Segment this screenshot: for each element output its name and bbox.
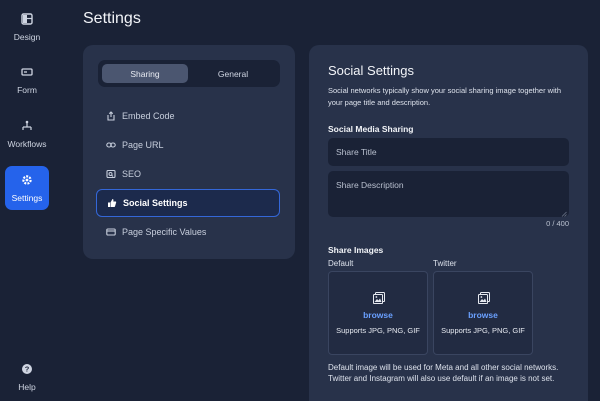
browse-link[interactable]: browse — [329, 310, 427, 320]
gear-icon — [21, 174, 33, 186]
twitter-image-dropzone[interactable]: browse Supports JPG, PNG, GIF — [433, 271, 533, 355]
workflow-icon — [21, 120, 33, 132]
rail-item-label: Settings — [11, 192, 43, 203]
nav-item-label: Embed Code — [122, 111, 175, 121]
image-icon — [478, 291, 490, 304]
browse-link[interactable]: browse — [434, 310, 532, 320]
share-title-placeholder: Share Title — [336, 147, 377, 157]
rail-item-label: Workflows — [7, 138, 47, 149]
nav-item-page-url[interactable]: Page URL — [96, 131, 280, 159]
rail-item-label: Help — [18, 381, 36, 392]
char-counter: 0 / 400 — [546, 219, 569, 228]
nav-item-label: Page Specific Values — [122, 227, 207, 237]
svg-text:?: ? — [25, 364, 30, 373]
settings-nav-card: Sharing General Embed Code Page URL SEO — [83, 45, 295, 259]
section-description: Social networks typically show your soci… — [328, 86, 562, 107]
embed-icon — [106, 111, 116, 121]
rail-item-design[interactable]: Design — [5, 5, 49, 49]
rail-item-label: Design — [13, 31, 41, 42]
nav-item-page-specific-values[interactable]: Page Specific Values — [96, 218, 280, 246]
share-description-placeholder: Share Description — [336, 180, 404, 190]
default-image-note: Default image will be used for Meta and … — [328, 363, 559, 383]
app-root: Design Form Workflows Settings ? Help Se… — [0, 0, 600, 401]
nav-item-label: Page URL — [122, 140, 164, 150]
image-icon — [373, 291, 385, 304]
twitter-image-label: Twitter — [433, 259, 457, 268]
nav-item-label: SEO — [122, 169, 142, 179]
default-image-label: Default — [328, 259, 354, 268]
supported-formats: Supports JPG, PNG, GIF — [336, 326, 420, 335]
tab-general[interactable]: General — [190, 64, 276, 83]
card-icon — [106, 227, 116, 237]
default-image-dropzone[interactable]: browse Supports JPG, PNG, GIF — [328, 271, 428, 355]
page-title: Settings — [83, 10, 141, 27]
nav-item-seo[interactable]: SEO — [96, 160, 280, 188]
left-rail: Design Form Workflows Settings ? Help — [0, 0, 55, 401]
section-title: Social Settings — [328, 63, 414, 78]
seo-icon — [106, 169, 116, 179]
nav-item-label: Social Settings — [123, 198, 188, 208]
share-description-textarea[interactable]: Share Description — [328, 171, 569, 217]
share-title-input[interactable]: Share Title — [328, 138, 569, 166]
rail-item-form[interactable]: Form — [5, 58, 49, 102]
link-icon — [106, 140, 116, 150]
tab-sharing[interactable]: Sharing — [102, 64, 188, 83]
media-sharing-heading: Social Media Sharing — [328, 124, 414, 134]
rail-item-help[interactable]: ? Help — [5, 355, 49, 399]
help-icon: ? — [21, 363, 33, 375]
share-images-heading: Share Images — [328, 245, 384, 255]
rail-item-workflows[interactable]: Workflows — [5, 112, 49, 156]
social-settings-panel: Social Settings Social networks typicall… — [309, 45, 588, 401]
nav-item-embed-code[interactable]: Embed Code — [96, 102, 280, 130]
tab-switcher: Sharing General — [98, 60, 280, 87]
thumbs-up-icon — [107, 198, 117, 208]
rail-item-settings[interactable]: Settings — [5, 166, 49, 210]
supported-formats: Supports JPG, PNG, GIF — [441, 326, 525, 335]
resize-handle-icon[interactable] — [561, 209, 567, 217]
layout-icon — [21, 12, 33, 25]
nav-item-social-settings[interactable]: Social Settings — [96, 189, 280, 217]
form-icon — [21, 66, 33, 78]
rail-item-label: Form — [17, 84, 37, 95]
